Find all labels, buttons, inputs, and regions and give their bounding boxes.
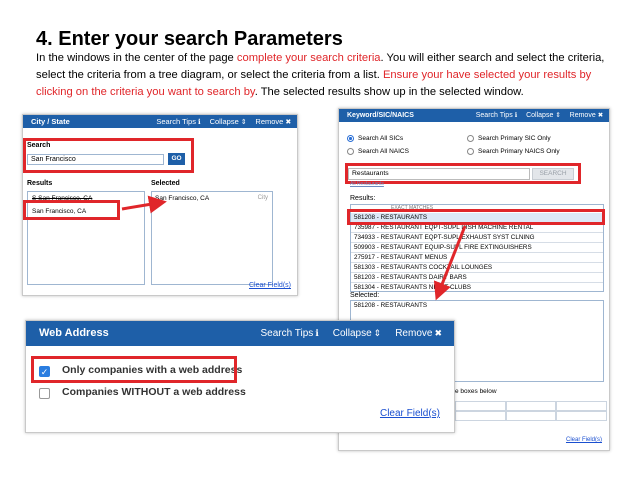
collapse-link[interactable]: Collapse ⇕ (526, 109, 561, 122)
grid-cell[interactable] (455, 401, 506, 411)
table-row[interactable]: 275917 - RESTAURANT MENUS (351, 253, 603, 263)
panel-title: Keyword/SIC/NAICS (347, 112, 414, 119)
info-icon: ℹ (514, 112, 518, 119)
selected-item[interactable]: San Francisco, CA (155, 195, 209, 202)
sort-arrows-icon: ⇕ (240, 119, 247, 126)
selected-type-tag: City (257, 195, 268, 201)
search-tips-link[interactable]: Search Tips ℹ (156, 115, 200, 129)
grid-cell[interactable] (556, 401, 607, 411)
radio-primary-naics[interactable]: Search Primary NAICS Only (467, 148, 560, 155)
panel-header: Keyword/SIC/NAICS Search Tips ℹ Collapse ⇕… (339, 109, 609, 122)
radio-primary-sic[interactable]: Search Primary SIC Only (467, 135, 551, 142)
radio-icon (467, 148, 474, 155)
results-label: Results: (350, 195, 376, 202)
all-restaurants-link[interactable]: All Restaurants (350, 181, 384, 187)
clear-fields-link[interactable]: Clear Field(s) (249, 282, 291, 289)
checkbox-icon[interactable] (39, 388, 50, 399)
radio-all-sics[interactable]: Search All SICs (347, 135, 403, 142)
selected-list[interactable]: San Francisco, CA City (151, 191, 273, 285)
result-highlight (347, 209, 605, 225)
table-row[interactable]: 509903 - RESTAURANT EQUIP-SUPL FIRE EXTI… (351, 243, 603, 253)
radio-all-naics[interactable]: Search All NAICS (347, 148, 409, 155)
selected-label: Selected: (350, 292, 380, 299)
results-label: Results (27, 180, 53, 187)
remove-label: Remove (255, 117, 284, 126)
sort-arrows-icon: ⇕ (373, 328, 382, 338)
search-tips-label: Search Tips (156, 117, 196, 126)
table-row[interactable]: 734933 - RESTAURANT EQPT-SUPL EXHAUST SY… (351, 233, 603, 243)
selected-item[interactable]: 581208 - RESTAURANTS (354, 302, 427, 309)
radio-label: Search All SICs (358, 135, 404, 142)
info-icon: ℹ (315, 328, 319, 338)
remove-link[interactable]: Remove ✖ (570, 109, 603, 122)
remove-label: Remove (395, 328, 433, 339)
search-highlight (23, 138, 194, 173)
clear-fields-link[interactable]: Clear Field(s) (566, 437, 602, 443)
table-row[interactable]: 581203 - RESTAURANTS DAIRY BARS (351, 273, 603, 283)
boxes-instruction: e boxes below (455, 388, 497, 395)
grid-cell[interactable] (505, 401, 557, 411)
intro-text-part: In the windows in the center of the page (36, 52, 237, 64)
table-row[interactable]: 581303 - RESTAURANTS COCKTAIL LOUNGES (351, 263, 603, 273)
page-heading: 4. Enter your search Parameters (36, 28, 343, 50)
panel-title: Web Address (39, 327, 109, 339)
radio-label: Search All NAICS (358, 148, 409, 155)
search-tips-link[interactable]: Search Tips ℹ (261, 321, 319, 346)
collapse-link[interactable]: Collapse ⇕ (210, 115, 247, 129)
city-state-panel: City / State Search Tips ℹ Collapse ⇕ Remo… (22, 114, 298, 296)
remove-link[interactable]: Remove ✖ (395, 321, 442, 346)
search-tips-link[interactable]: Search Tips ℹ (476, 109, 517, 122)
radio-label: Search Primary NAICS Only (478, 148, 560, 155)
close-icon: ✖ (434, 328, 442, 338)
sort-arrows-icon: ⇕ (555, 112, 561, 119)
remove-link[interactable]: Remove ✖ (255, 115, 291, 129)
remove-label: Remove (569, 112, 596, 119)
boxes-grid (455, 401, 607, 421)
intro-highlight: complete your search criteria (236, 52, 381, 64)
radio-label: Search Primary SIC Only (478, 135, 551, 142)
radio-icon (347, 148, 354, 155)
panel-title: City / State (31, 117, 70, 126)
option-without-web-address[interactable]: Companies WITHOUT a web address (62, 386, 246, 398)
collapse-label: Collapse (209, 117, 239, 126)
collapse-label: Collapse (332, 328, 372, 339)
collapse-link[interactable]: Collapse ⇕ (333, 321, 381, 346)
selected-label: Selected (151, 180, 180, 187)
grid-cell[interactable] (505, 411, 557, 421)
panel-header: Web Address Search Tips ℹ Collapse ⇕ Remov… (26, 321, 454, 346)
close-icon: ✖ (597, 112, 603, 119)
result-highlight (23, 200, 120, 220)
web-address-panel: Web Address Search Tips ℹ Collapse ⇕ Remov… (25, 320, 455, 433)
close-icon: ✖ (285, 119, 291, 126)
panel-header: City / State Search Tips ℹ Collapse ⇕ Remo… (23, 115, 297, 128)
search-tips-label: Search Tips (260, 328, 314, 339)
search-tips-label: Search Tips (475, 112, 513, 119)
table-row[interactable]: 581304 - RESTAURANTS NIGHT CLUBS (351, 283, 603, 291)
clear-fields-link[interactable]: Clear Field(s) (380, 408, 440, 419)
collapse-label: Collapse (526, 112, 554, 119)
radio-selected-icon (347, 135, 354, 142)
radio-icon (467, 135, 474, 142)
intro-text: In the windows in the center of the page… (36, 50, 606, 101)
info-icon: ℹ (197, 119, 201, 126)
option-highlight (31, 356, 237, 383)
grid-cell[interactable] (455, 411, 506, 421)
intro-text-part: . The selected results show up in the se… (254, 86, 524, 98)
grid-cell[interactable] (556, 411, 607, 421)
